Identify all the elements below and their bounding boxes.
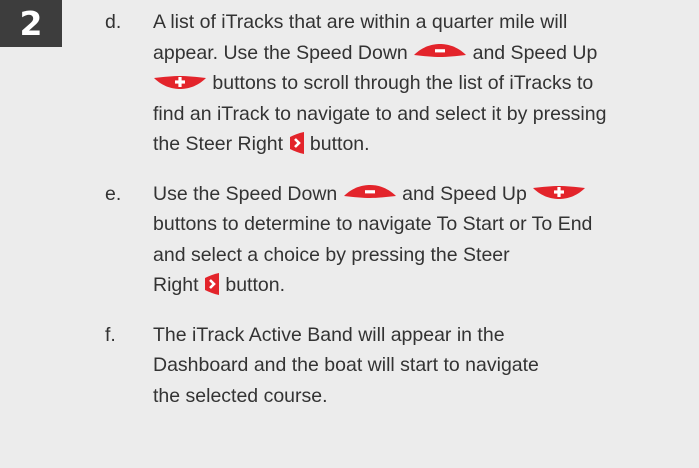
speed-down-button-icon	[343, 184, 397, 200]
step-line: The iTrack Active Band will appear in th…	[153, 323, 505, 346]
steer-right-button-icon	[289, 131, 305, 155]
step-line: find an iTrack to navigate to and select…	[153, 102, 607, 125]
step-number: 2	[19, 4, 43, 43]
step-letter: e.	[105, 182, 122, 205]
step-line: and select a choice by pressing the Stee…	[153, 243, 510, 266]
step-f: f. The iTrack Active Band will appear in…	[105, 320, 695, 412]
speed-up-button-icon	[532, 184, 586, 200]
step-number-badge: 2	[0, 0, 62, 47]
step-letter: f.	[105, 323, 116, 346]
step-line: buttons to scroll through the list of iT…	[153, 68, 695, 99]
steer-right-button-icon	[204, 272, 220, 296]
step-letter: d.	[105, 11, 122, 33]
speed-down-button-icon	[413, 43, 467, 59]
step-line: appear. Use the Speed Down and Speed Up	[153, 41, 598, 64]
step-line: buttons to determine to navigate To Star…	[153, 213, 593, 235]
speed-up-button-icon	[153, 74, 207, 90]
instruction-steps: d. A list of iTracks that are within a q…	[105, 7, 695, 411]
step-line: the Steer Right button.	[153, 129, 695, 160]
step-e: e. Use the Speed Down and Speed Up butto…	[105, 179, 695, 301]
step-line: A list of iTracks that are within a quar…	[153, 11, 568, 33]
step-line: Use the Speed Down and Speed Up	[153, 179, 695, 210]
step-d: d. A list of iTracks that are within a q…	[105, 7, 695, 160]
step-line: Dashboard and the boat will start to nav…	[153, 354, 539, 376]
step-line: the selected course.	[153, 384, 328, 407]
step-line: Right button.	[153, 270, 695, 301]
